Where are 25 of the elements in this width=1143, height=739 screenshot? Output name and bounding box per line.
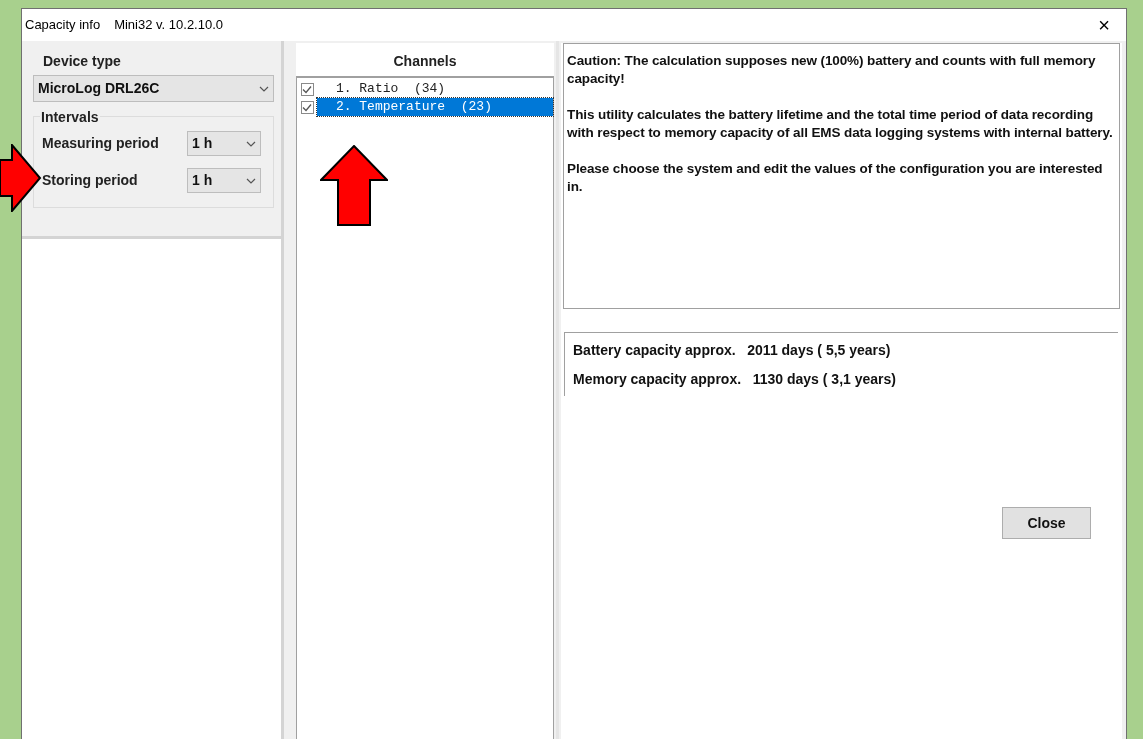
period-label: Storing period [42,171,139,190]
window-title: Capacity info [25,16,101,35]
channel-item[interactable]: 2. Temperature (23) [316,98,553,116]
chevron-down-icon [246,140,256,147]
arrow-icon [0,144,42,212]
window-subtitle: Mini32 v. 10.2.10.0 [114,16,224,35]
device-type-label: Device type [42,52,122,71]
result-text: Memory capacity approx. 1130 days ( 3,1 years) [573,370,897,389]
info-paragraph: Caution: The calculation supposes new (100%) battery and counts with full memory capacity! [567,52,1097,88]
chevron-down-icon [259,85,269,92]
channels-title: Channels [392,52,458,71]
arrow-icon [320,145,388,226]
checkbox[interactable] [301,100,314,114]
result-text: Battery capacity approx. 2011 days ( 5,5 years) [573,341,892,360]
close-button[interactable]: Close [1002,507,1091,539]
device-type-dropdown[interactable]: MicroLog DRL26C [33,75,274,102]
close-button[interactable]: × [1082,10,1126,40]
period-label: Measuring period [42,134,160,153]
period-dropdown[interactable]: 1 h [187,131,261,156]
checkbox[interactable] [301,82,314,96]
info-paragraph: This utility calculates the battery lifetime and the total time period of data recording with respect to memory capacity of all EMS data logging systems with internal battery. [567,106,1114,142]
info-paragraph: Please choose the system and edit the values of the configuration you are interested in. [567,160,1104,196]
period-dropdown[interactable]: 1 h [187,168,261,193]
channel-item[interactable]: 1. Ratio (34) [316,80,553,98]
chevron-down-icon [246,177,256,184]
